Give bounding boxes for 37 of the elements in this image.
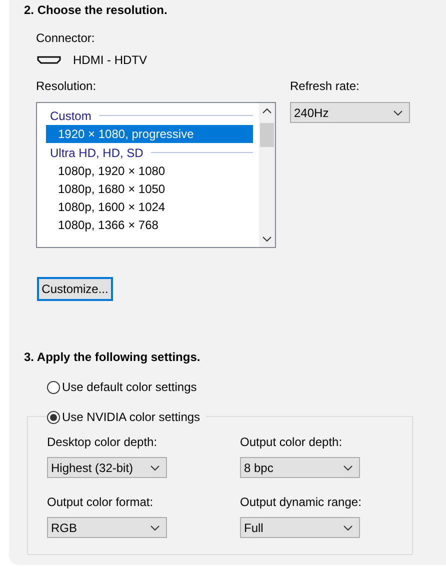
dropdown[interactable]: 240Hz xyxy=(290,102,410,123)
resolution-item[interactable]: 1080p, 1680 × 1050 xyxy=(46,180,253,198)
customize-button[interactable]: Customize... xyxy=(37,277,113,301)
radio-option[interactable]: Use NVIDIA color settings xyxy=(47,408,206,426)
chevron-down-icon xyxy=(262,236,272,242)
radio-button[interactable] xyxy=(47,410,60,424)
refresh-rate-label: Refresh rate: xyxy=(290,79,360,94)
resolution-item[interactable]: 1080p, 1920 × 1080 xyxy=(46,162,253,180)
group-header: Ultra HD, HD, SD xyxy=(49,144,144,162)
section-heading: 3. Apply the following settings. xyxy=(24,350,200,365)
scrollbar[interactable] xyxy=(259,103,275,247)
chevron-down-icon xyxy=(150,524,160,530)
connector-label: Connector: xyxy=(36,31,95,46)
dropdown[interactable]: RGB xyxy=(47,517,167,538)
chevron-down-icon xyxy=(343,524,353,530)
field-label: Desktop color depth: xyxy=(47,435,158,450)
section-heading: 2. Choose the resolution. xyxy=(24,3,168,18)
dropdown[interactable]: Highest (32-bit) xyxy=(47,457,167,478)
resolution-item[interactable]: 1920 × 1080, progressive xyxy=(46,125,253,143)
field-label: Output color depth: xyxy=(240,435,342,450)
resolution-label: Resolution: xyxy=(36,79,96,94)
field-label: Output color format: xyxy=(47,495,154,510)
resolution-item[interactable]: 1080p, 1600 × 1024 xyxy=(46,198,253,216)
chevron-down-icon xyxy=(393,110,403,116)
scroll-up-icon xyxy=(262,108,272,114)
hdmi-port-icon xyxy=(37,56,61,64)
resolution-list[interactable]: Custom 1920 × 1080, progressive Ultra HD, HD, SD 1080p, 1920 × 1080 1080p, 1680 × 1050 1080p, 1600 × 1024 1080p, 1366 × 768 xyxy=(36,102,276,248)
dropdown[interactable]: 8 bpc xyxy=(240,457,360,478)
scrollbar-thumb[interactable] xyxy=(260,123,274,147)
radio-button[interactable] xyxy=(47,380,60,394)
connector-name: HDMI - HDTV xyxy=(73,52,147,69)
resolution-item[interactable]: 1080p, 1366 × 768 xyxy=(46,216,253,234)
chevron-down-icon xyxy=(343,464,353,470)
field-label: Output dynamic range: xyxy=(240,495,362,510)
chevron-down-icon xyxy=(150,464,160,470)
dropdown[interactable]: Full xyxy=(240,517,360,538)
group-header: Custom xyxy=(49,108,92,124)
